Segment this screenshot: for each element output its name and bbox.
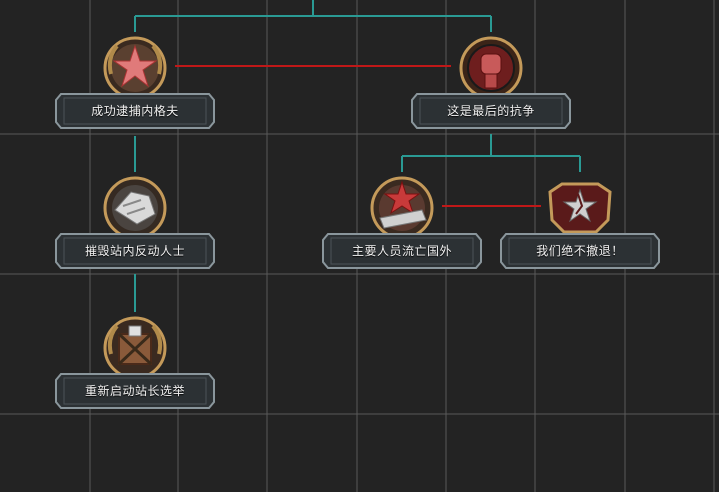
focus-label: 成功逮捕内格夫 bbox=[91, 104, 179, 118]
focus-restart-elections[interactable]: 重新启动站长选举 bbox=[55, 310, 215, 410]
focus-plate: 成功逮捕内格夫 bbox=[55, 92, 215, 130]
focus-label: 摧毁站内反动人士 bbox=[84, 244, 185, 258]
focus-tree-canvas[interactable]: 成功逮捕内格夫 这是最后的抗争 摧毁站内反动人士 主要人员流亡国外 我们绝不撤退… bbox=[0, 0, 719, 492]
focus-label: 我们绝不撤退！ bbox=[536, 244, 624, 258]
focus-label: 重新启动站长选举 bbox=[84, 384, 185, 398]
focus-plate: 我们绝不撤退！ bbox=[500, 232, 660, 270]
focus-plate: 这是最后的抗争 bbox=[411, 92, 571, 130]
focus-plate: 摧毁站内反动人士 bbox=[55, 232, 215, 270]
focus-leaders-exile[interactable]: 主要人员流亡国外 bbox=[322, 170, 482, 270]
focus-label: 主要人员流亡国外 bbox=[351, 244, 452, 258]
focus-plate: 主要人员流亡国外 bbox=[322, 232, 482, 270]
focus-plate: 重新启动站长选举 bbox=[55, 372, 215, 410]
focus-no-retreat[interactable]: 我们绝不撤退！ bbox=[500, 170, 660, 270]
focus-destroy-reactionaries[interactable]: 摧毁站内反动人士 bbox=[55, 170, 215, 270]
focus-label: 这是最后的抗争 bbox=[447, 104, 535, 118]
focus-last-struggle[interactable]: 这是最后的抗争 bbox=[411, 30, 571, 130]
focus-capture[interactable]: 成功逮捕内格夫 bbox=[55, 30, 215, 130]
